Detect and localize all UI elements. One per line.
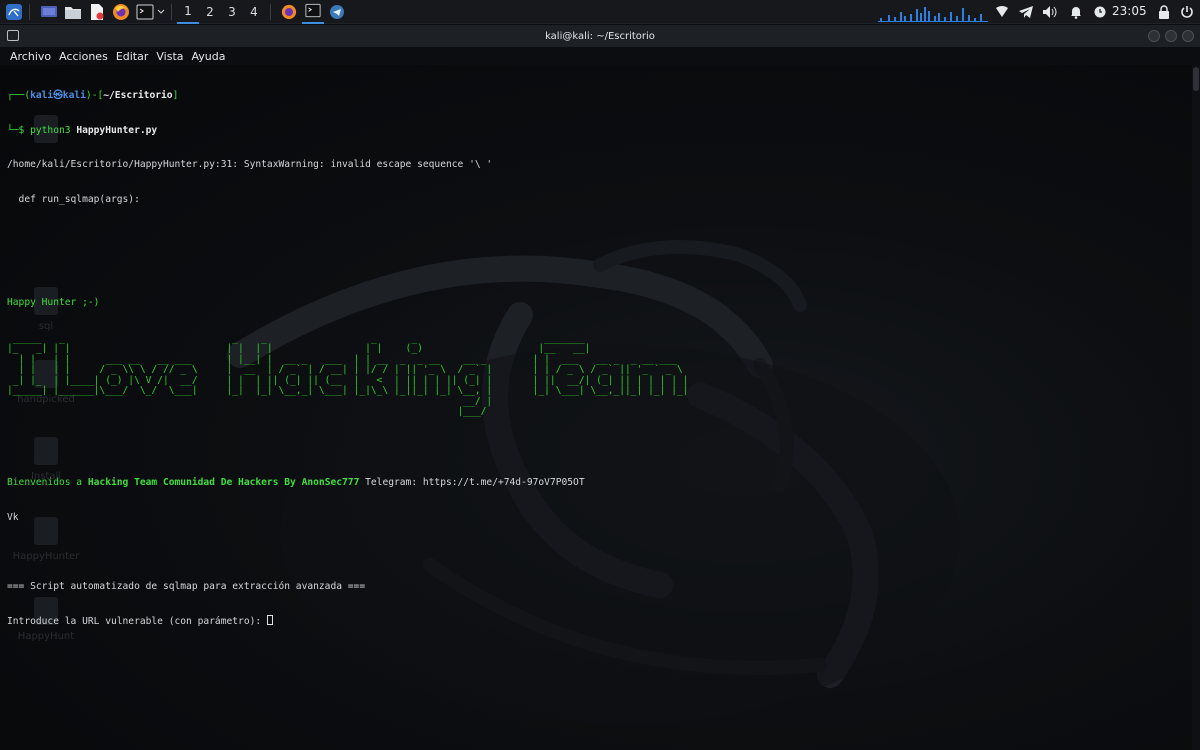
lock-screen-icon[interactable] (1154, 2, 1174, 22)
menu-vista[interactable]: Vista (156, 50, 183, 63)
section-header: === Script automatizado de sqlmap para e… (7, 580, 366, 592)
terminal-area[interactable]: sql handpicked Install HappyHunter Happy… (0, 65, 1200, 750)
welcome-line: Bienvenidos a Hacking Team Comunidad De … (7, 477, 585, 488)
text-cursor[interactable] (266, 615, 273, 625)
clock-time[interactable]: 23:05 (1112, 4, 1147, 18)
file-manager-icon[interactable] (63, 2, 83, 22)
telegram-icon (330, 4, 344, 19)
chevron-down-icon[interactable] (156, 2, 166, 22)
wifi-icon[interactable] (992, 2, 1012, 22)
taskbar-terminal[interactable] (302, 0, 324, 24)
notifications-bell-icon[interactable] (1066, 2, 1086, 22)
menu-ayuda[interactable]: Ayuda (192, 50, 226, 63)
happy-hunter-text: Happy Hunter ;-) (7, 297, 100, 308)
minimize-button[interactable] (1148, 30, 1160, 42)
menu-editar[interactable]: Editar (116, 50, 149, 63)
welcome-wrap: Vk (7, 511, 19, 523)
command-argument: HappyHunter.py (76, 124, 158, 136)
syntax-warning: /home/kali/Escritorio/HappyHunter.py:31:… (7, 159, 493, 170)
taskbar-firefox[interactable] (278, 0, 300, 24)
maximize-button[interactable] (1165, 30, 1177, 42)
terminal-icon (305, 3, 321, 18)
network-graph (878, 7, 988, 22)
firefox-icon (281, 4, 297, 19)
top-panel: 1 2 3 4 23:05 (0, 0, 1200, 24)
show-desktop-icon[interactable] (39, 2, 59, 22)
close-button[interactable] (1182, 30, 1194, 42)
workspace-2[interactable]: 2 (199, 0, 221, 24)
prompt-line: ┌──(kali㉿kali)-[~/Escritorio] (7, 90, 179, 101)
power-icon[interactable] (1177, 2, 1197, 22)
ascii-banner: _____ _ _ _ _ _ _______ |_ _| | | | | | … (7, 332, 689, 417)
menu-acciones[interactable]: Acciones (59, 50, 108, 63)
telegram-tray-icon[interactable] (1016, 2, 1036, 22)
command-line: └─$ python3 HappyHunter.py (7, 124, 158, 136)
text-editor-icon[interactable] (87, 2, 107, 22)
team-name: Hacking Team Comunidad De Hackers By Ano… (87, 477, 360, 488)
panel-separator (29, 3, 30, 20)
clock-icon (1090, 2, 1110, 22)
scrollbar-thumb[interactable] (1193, 67, 1199, 91)
workspace-3[interactable]: 3 (221, 0, 243, 24)
window-titlebar[interactable]: kali@kali: ~/Escritorio (0, 25, 1200, 47)
menu-bar: Archivo Acciones Editar Vista Ayuda (0, 47, 1200, 65)
workspace-1[interactable]: 1 (177, 0, 199, 24)
input-line[interactable]: Introduce la URL vulnerable (con parámet… (7, 615, 1187, 627)
command-binary: python3 (30, 124, 77, 136)
terminal-window-icon[interactable] (7, 30, 19, 41)
prompt-path: ~/Escritorio (103, 90, 173, 101)
warning-code-line: def run_sqlmap(args): (7, 193, 140, 205)
scrollbar[interactable] (1192, 65, 1200, 750)
volume-icon[interactable] (1040, 2, 1060, 22)
prompt-user: kali㉿kali (30, 90, 86, 101)
firefox-icon[interactable] (111, 2, 131, 22)
kali-menu-icon[interactable] (4, 2, 24, 22)
terminal-launcher-icon[interactable] (135, 2, 155, 22)
panel-separator (171, 3, 172, 20)
taskbar-telegram[interactable] (326, 0, 348, 24)
workspace-4[interactable]: 4 (243, 0, 265, 24)
menu-archivo[interactable]: Archivo (10, 50, 51, 63)
input-prompt: Introduce la URL vulnerable (con parámet… (7, 616, 267, 627)
panel-separator (270, 3, 271, 20)
window-title: kali@kali: ~/Escritorio (545, 30, 655, 42)
terminal-output: ┌──(kali㉿kali)-[~/Escritorio] └─$ python… (7, 67, 1187, 650)
